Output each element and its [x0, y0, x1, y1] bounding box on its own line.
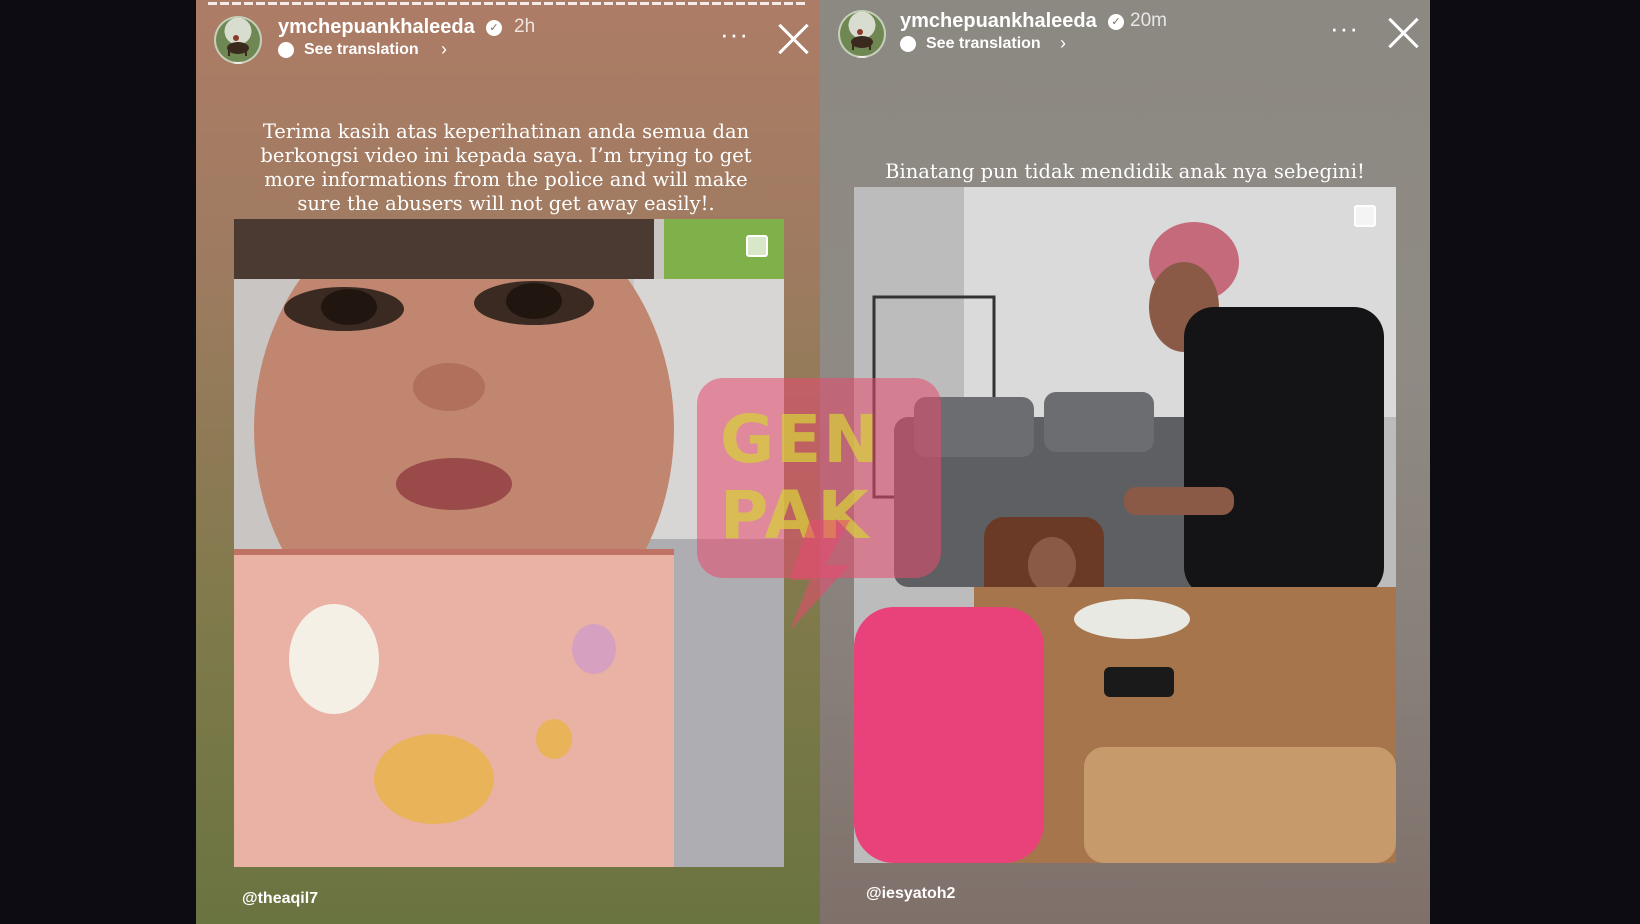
more-options-icon[interactable]: ···	[720, 21, 749, 47]
see-translation-link[interactable]: See translation	[926, 35, 1041, 53]
verified-badge-icon: ✓	[1108, 14, 1124, 30]
mention-tag[interactable]: @theaqil7	[242, 890, 318, 908]
more-options-icon[interactable]: ···	[1330, 15, 1359, 41]
story-timestamp: 2h	[514, 16, 536, 37]
multi-photo-icon	[746, 235, 768, 257]
close-icon[interactable]	[776, 22, 810, 56]
verified-badge-icon: ✓	[486, 20, 502, 36]
translate-bubble-icon	[900, 36, 916, 52]
see-translation-link[interactable]: See translation	[304, 41, 419, 59]
avatar[interactable]	[838, 10, 886, 58]
watermark-line-1: GEN	[720, 401, 881, 478]
story-timestamp: 20m	[1130, 10, 1167, 31]
translate-bubble-icon	[278, 42, 294, 58]
avatar[interactable]	[214, 16, 262, 64]
close-icon[interactable]	[1386, 16, 1420, 50]
username[interactable]: ymchepuankhaleeda	[278, 16, 475, 39]
story-progress-bar	[208, 2, 808, 5]
chevron-right-icon: ›	[441, 39, 447, 59]
story-caption: Terima kasih atas keperihatinan anda sem…	[260, 120, 752, 215]
chevron-right-icon: ›	[1060, 33, 1066, 53]
username[interactable]: ymchepuankhaleeda	[900, 10, 1097, 33]
story-caption: Binatang pun tidak mendidik anak nya seb…	[885, 160, 1365, 183]
mention-tag[interactable]: @iesyatoh2	[866, 885, 955, 903]
lightning-bolt-icon	[790, 520, 850, 630]
multi-photo-icon	[1354, 205, 1376, 227]
